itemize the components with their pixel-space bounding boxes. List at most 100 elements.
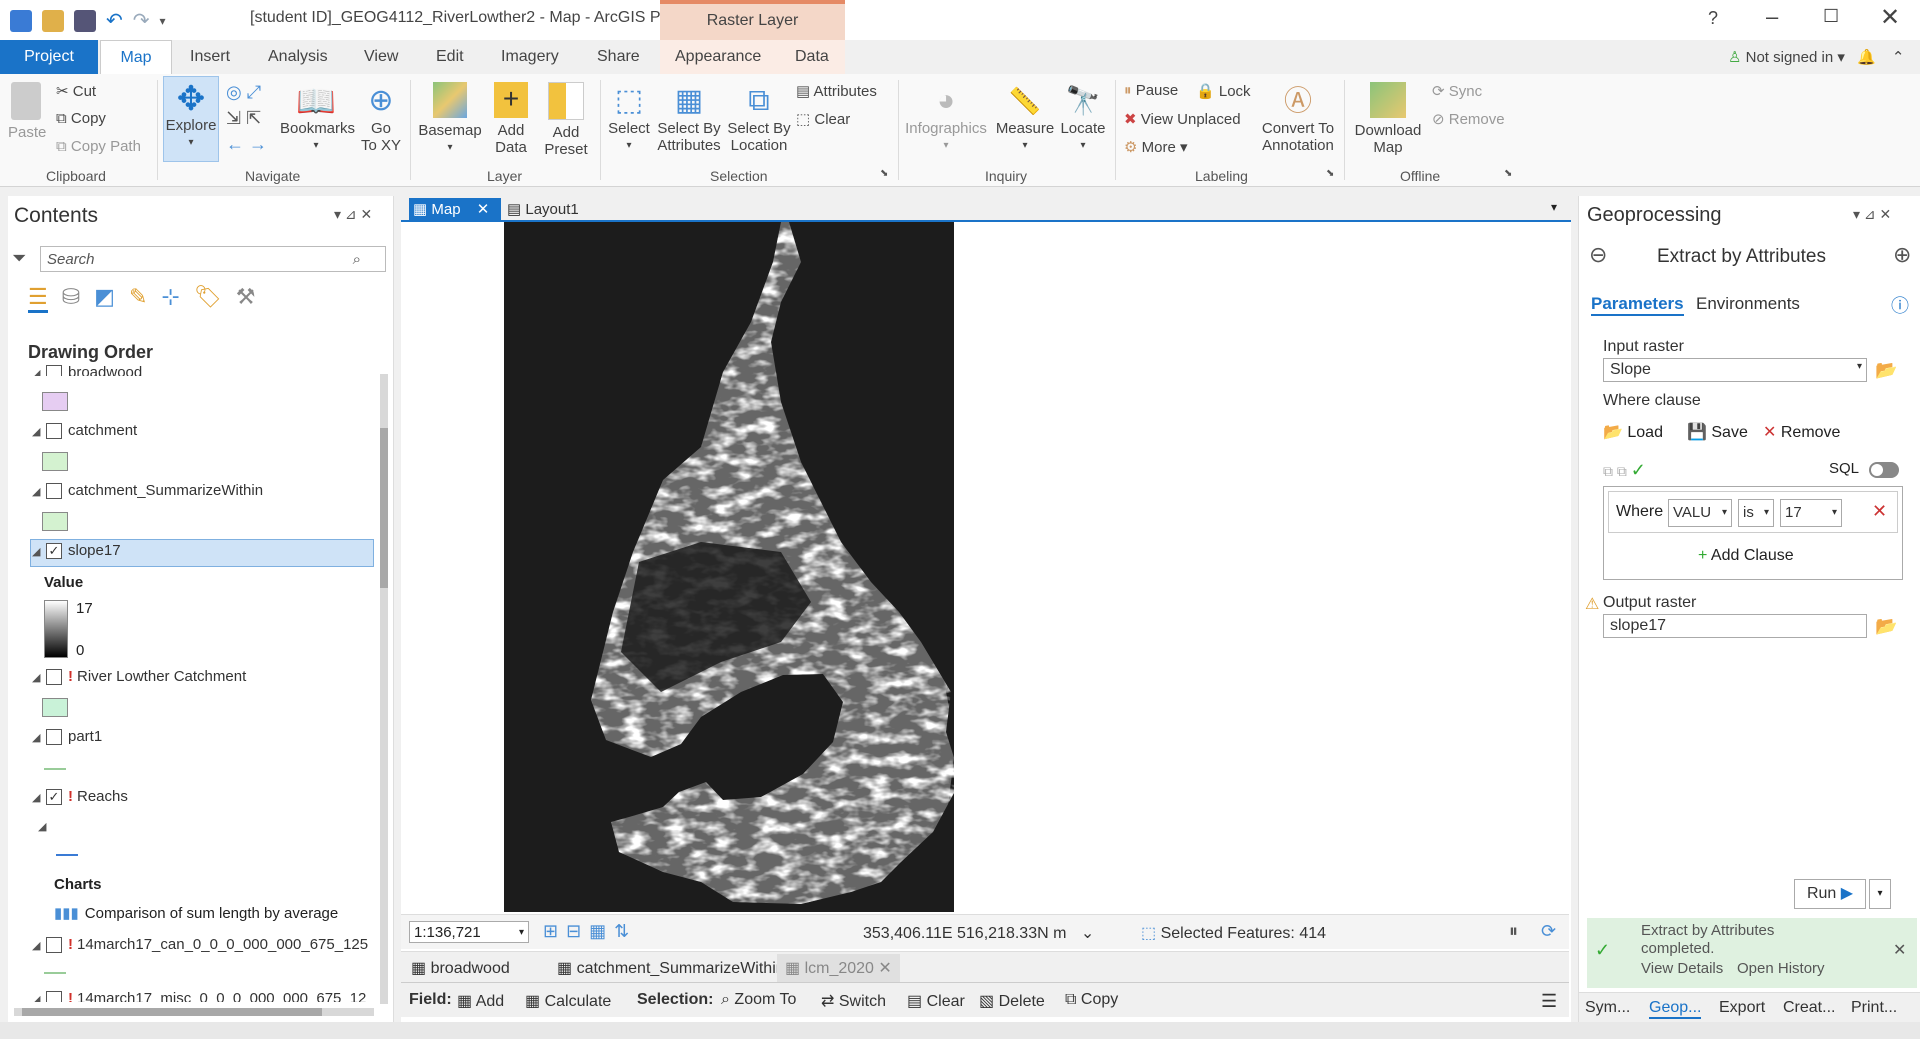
tab-map[interactable]: Map xyxy=(100,40,172,74)
basemap-button[interactable]: Basemap ▾ xyxy=(418,82,482,156)
contents-search-input[interactable]: Search ⌕ xyxy=(40,246,386,272)
expand-icon[interactable]: ◢ xyxy=(38,820,46,833)
remove-offline-button[interactable]: ⊘ Remove xyxy=(1432,110,1505,128)
layer-visibility-checkbox[interactable] xyxy=(46,365,62,376)
open-history-link[interactable]: Open History xyxy=(1737,960,1825,977)
selected-features[interactable]: ⬚ Selected Features: 414 xyxy=(1141,923,1326,943)
download-map-button[interactable]: Download Map xyxy=(1350,82,1426,156)
tab-appearance[interactable]: Appearance xyxy=(675,48,761,66)
explore-button[interactable]: ✥ Explore ▾ xyxy=(163,76,219,162)
input-raster-dropdown[interactable]: Slope ▾ xyxy=(1603,358,1867,382)
convert-to-annotation-button[interactable]: Ⓐ Convert To Annotation xyxy=(1258,82,1338,154)
contents-scrollbar-thumb[interactable] xyxy=(380,428,388,588)
tab-parameters[interactable]: Parameters xyxy=(1591,294,1684,316)
switch-selection-button[interactable]: ⇄ Switch xyxy=(821,991,886,1011)
undo-icon[interactable]: ↶ xyxy=(106,8,123,33)
redo-icon[interactable]: ↷ xyxy=(133,8,150,33)
scale-selector[interactable]: 1:136,721 ▾ xyxy=(409,921,529,943)
tab-analysis[interactable]: Analysis xyxy=(268,48,328,66)
search-icon[interactable]: ⌕ xyxy=(353,251,361,268)
pane-options-icon[interactable]: ▾ ⊿ ✕ xyxy=(334,206,372,223)
layer-slope17[interactable]: ◢ ✓ slope17 xyxy=(32,542,121,560)
map-navigation-tools[interactable]: ⊞⊟▦⇅ xyxy=(543,921,637,942)
help-button[interactable]: ? xyxy=(1708,8,1718,29)
save-button[interactable]: 💾 Save xyxy=(1687,422,1748,442)
run-options-dropdown[interactable]: ▾ xyxy=(1869,879,1891,909)
table-tab-catchment-summarizewithin[interactable]: ▦ catchment_SummarizeWithin xyxy=(557,958,785,978)
dialog-launcher-icon[interactable]: ⬊ xyxy=(1504,168,1512,179)
pause-labeling-button[interactable]: ⏸ Pause xyxy=(1124,82,1178,99)
pause-drawing-icon[interactable]: ⏸ xyxy=(1509,921,1518,942)
remove-button[interactable]: ✕ Remove xyxy=(1763,422,1840,442)
view-details-link[interactable]: View Details xyxy=(1641,960,1723,977)
clear-button[interactable]: ▤ Clear xyxy=(907,991,965,1011)
list-by-labeling-icon[interactable]: 🏷 xyxy=(194,284,222,313)
map-canvas[interactable] xyxy=(401,222,1569,912)
operator-dropdown[interactable]: is ▾ xyxy=(1738,499,1774,527)
expand-icon[interactable]: ◢ xyxy=(32,671,42,684)
expand-icon[interactable]: ◢ xyxy=(32,485,42,498)
layer-visibility-checkbox[interactable] xyxy=(46,937,62,954)
previous-next-extent-icon[interactable]: ← → xyxy=(226,134,267,155)
close-notification-icon[interactable]: ✕ xyxy=(1893,940,1906,960)
layer-visibility-checkbox[interactable]: ✓ xyxy=(46,543,62,560)
expand-icon[interactable]: ◢ xyxy=(32,993,42,1002)
layer-visibility-checkbox[interactable] xyxy=(46,423,62,440)
sql-toggle[interactable] xyxy=(1869,462,1899,478)
copy-button[interactable]: ⧉ Copy xyxy=(56,110,106,127)
sign-in-status[interactable]: ♙ Not signed in ▾ 🔔 ⌃ xyxy=(1728,48,1905,66)
layer-visibility-checkbox[interactable] xyxy=(46,729,62,746)
locate-button[interactable]: 🔭 Locate ▾ xyxy=(1058,82,1108,154)
filter-icon[interactable]: ⏷ xyxy=(12,248,26,269)
view-unplaced-button[interactable]: ✖ View Unplaced xyxy=(1124,110,1241,128)
cut-button[interactable]: ✂ Cut xyxy=(56,82,96,100)
attributes-button[interactable]: ▤ Attributes xyxy=(796,82,877,100)
maximize-button[interactable]: ☐ xyxy=(1823,6,1839,27)
table-tab-lcm-2020[interactable]: ▦ lcm_2020 ✕ xyxy=(777,954,900,982)
zoom-to-button[interactable]: ⌕ Zoom To xyxy=(721,991,796,1009)
tab-symbology[interactable]: Sym... xyxy=(1585,999,1630,1017)
list-by-selection-icon[interactable]: ◩ xyxy=(94,284,115,313)
more-labeling-button[interactable]: ⚙ More ▾ xyxy=(1124,138,1188,156)
add-clause-button[interactable]: + Add Clause xyxy=(1698,547,1794,565)
infographics-button[interactable]: ◕ Infographics ▾ xyxy=(904,82,988,154)
calculate-field-button[interactable]: ▦ Calculate xyxy=(525,991,611,1011)
new-project-icon[interactable] xyxy=(10,9,32,32)
close-window-button[interactable]: ✕ xyxy=(1880,3,1900,32)
bookmarks-button[interactable]: 📖 Bookmarks ▾ xyxy=(280,82,355,154)
tab-create[interactable]: Creat... xyxy=(1783,999,1835,1017)
layer-river-lowther-catchment[interactable]: ◢! River Lowther Catchment xyxy=(32,668,246,686)
coordinate-units-dropdown-icon[interactable]: ⌄ xyxy=(1081,925,1094,942)
zoom-tools-icon[interactable]: ◎ ⤢ xyxy=(226,82,261,103)
layer-reachs[interactable]: ◢ ✓! Reachs xyxy=(32,788,128,806)
delete-clause-icon[interactable]: ✕ xyxy=(1872,501,1887,522)
tab-layout1[interactable]: ▤ Layout1 xyxy=(507,200,579,218)
verify-icon[interactable]: ✓ xyxy=(1631,460,1646,480)
expand-icon[interactable]: ◢ xyxy=(32,367,42,376)
help-icon[interactable]: ⓘ xyxy=(1891,292,1909,318)
tab-project[interactable]: Project xyxy=(0,40,98,74)
select-button[interactable]: ⬚ Select ▾ xyxy=(606,82,652,154)
list-by-drawing-order-icon[interactable]: ☰ xyxy=(28,284,48,313)
list-by-source-icon[interactable]: ⛁ xyxy=(62,284,80,313)
lock-labeling-button[interactable]: 🔒 Lock xyxy=(1196,82,1251,100)
save-icon[interactable] xyxy=(74,9,96,32)
open-project-icon[interactable] xyxy=(42,9,64,32)
expand-icon[interactable]: ◢ xyxy=(32,939,42,952)
notification-icon[interactable]: 🔔 xyxy=(1857,49,1876,66)
tab-map-view[interactable]: ▦ Map ✕ xyxy=(409,198,501,222)
layer-broadwood[interactable]: ◢ broadwood xyxy=(32,364,142,376)
add-field-button[interactable]: ▦ Add xyxy=(457,991,504,1011)
paste-button[interactable]: Paste xyxy=(8,82,46,141)
menu-icon[interactable]: ☰ xyxy=(1541,991,1557,1012)
measure-button[interactable]: 📏 Measure ▾ xyxy=(994,82,1056,154)
collapse-ribbon-icon[interactable]: ⌃ xyxy=(1892,49,1905,66)
list-by-perspective-icon[interactable]: ⚒ xyxy=(236,284,256,313)
table-tab-broadwood[interactable]: ▦ broadwood xyxy=(411,958,510,978)
clear-selection-button[interactable]: ⬚ Clear xyxy=(796,110,850,128)
delete-button[interactable]: ▧ Delete xyxy=(979,991,1045,1011)
layer-visibility-checkbox[interactable] xyxy=(46,669,62,686)
dialog-launcher-icon[interactable]: ⬊ xyxy=(880,168,888,179)
layer-14march17-can[interactable]: ◢! 14march17_can_0_0_0_000_000_675_125 xyxy=(32,936,368,954)
chart-item[interactable]: ▮▮▮ Comparison of sum length by average xyxy=(54,904,338,922)
